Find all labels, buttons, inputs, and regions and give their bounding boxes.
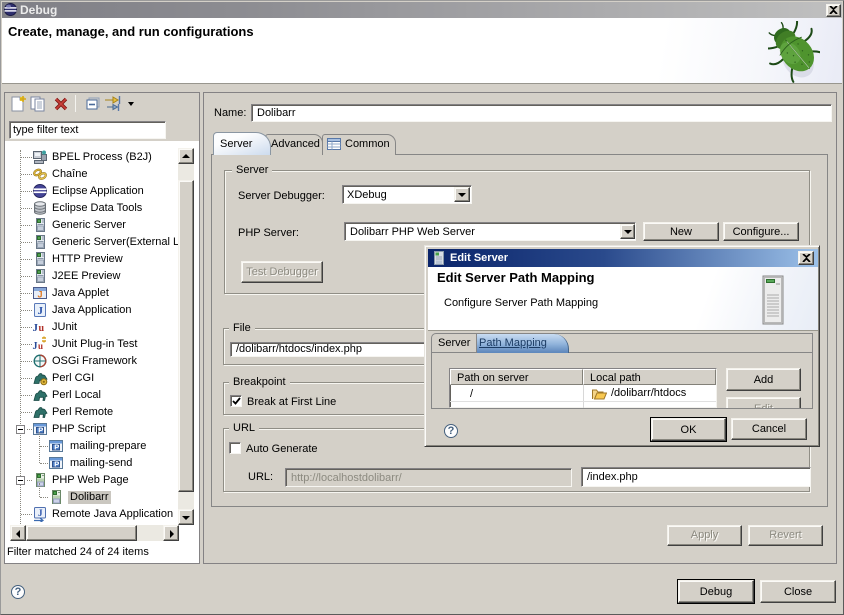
svg-text:J: J xyxy=(38,290,43,300)
svg-text:J: J xyxy=(38,508,43,518)
svg-text:P: P xyxy=(54,443,59,452)
svg-text:u: u xyxy=(39,323,45,334)
svg-text:P: P xyxy=(54,460,59,469)
svg-text:J: J xyxy=(33,341,38,352)
svg-text:u: u xyxy=(38,341,43,351)
svg-text:J: J xyxy=(38,305,44,317)
